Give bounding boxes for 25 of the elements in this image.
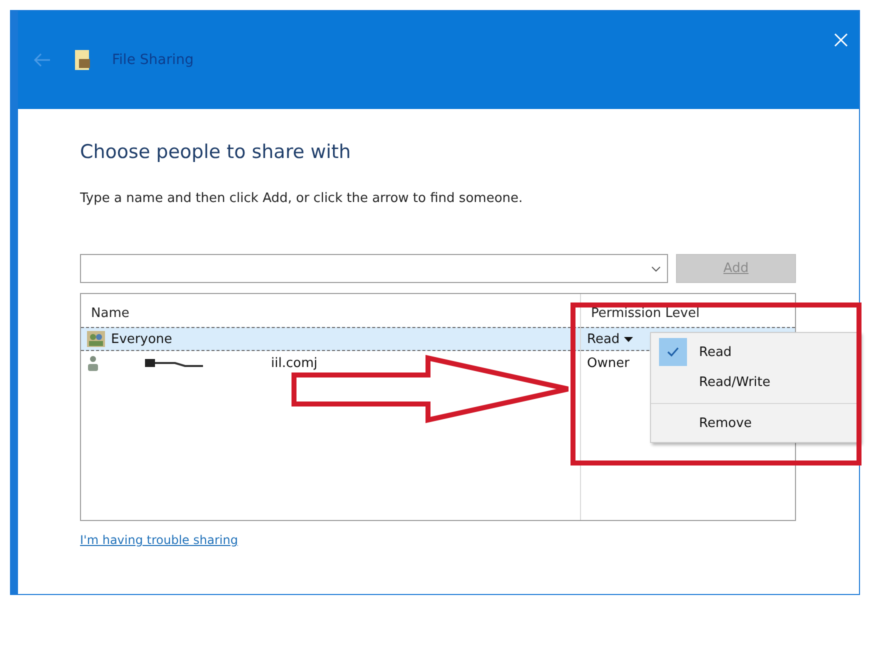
permission-dropdown[interactable]: Read [587,332,633,346]
column-header: Name [90,305,130,323]
menu-item[interactable]: Read [699,344,732,360]
dropdown-chevron-icon [651,266,661,272]
caret-icon [624,336,633,342]
checkmark-icon [667,347,679,357]
share-folder-icon [74,50,92,70]
dialog-heading: Choose people to share with [80,141,352,163]
name-text: Everyone [111,332,172,346]
group-icon [87,331,105,347]
name-cell[interactable]: Everyone [81,327,581,351]
menu-item[interactable]: Read/Write [699,374,770,390]
redaction-mark [145,358,205,368]
person-icon [87,355,99,371]
permission-text: Owner [587,356,630,370]
menu-item[interactable]: Remove [699,416,752,430]
help-link[interactable]: I'm having trouble sharing [80,533,238,547]
instruction-text: Type a name and then click Add, or click the arrow to find someone. [80,191,524,206]
name-text: iil.comj [271,356,318,370]
close-icon [834,32,848,46]
column-header: Permission Level [590,305,701,323]
name-combo-field[interactable] [80,254,668,283]
back-arrow-icon [33,53,51,67]
name-cell[interactable]: iil.comj [81,351,581,375]
window-title: File Sharing [112,52,194,68]
